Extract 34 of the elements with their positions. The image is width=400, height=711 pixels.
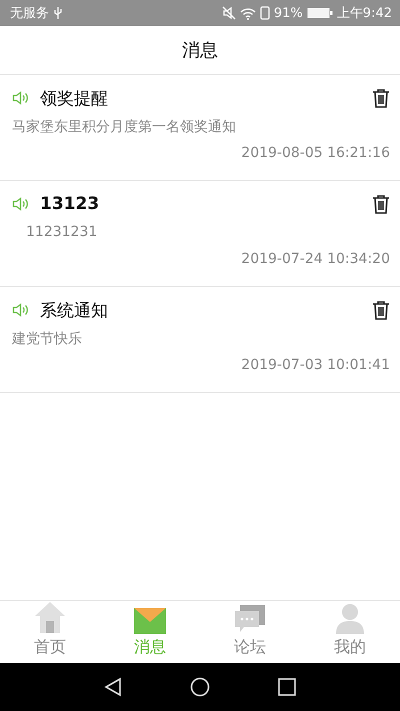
home-icon[interactable] — [190, 677, 210, 697]
trash-icon[interactable] — [372, 88, 390, 108]
page-title: 消息 — [182, 39, 218, 62]
speaker-icon — [12, 303, 30, 317]
message-title: 系统通知 — [40, 300, 109, 322]
trash-icon[interactable] — [372, 300, 390, 320]
speaker-icon — [12, 91, 30, 105]
back-icon[interactable] — [104, 677, 122, 697]
message-time: 2019-07-03 10:01:41 — [240, 357, 390, 373]
recents-icon[interactable] — [278, 678, 296, 696]
wifi-icon — [240, 6, 256, 20]
message-title: 13123 — [40, 194, 100, 214]
tab-button[interactable]: 首页 — [0, 601, 100, 663]
message-time: 2019-08-05 16:21:16 — [240, 145, 390, 161]
message-title: 领奖提醒 — [40, 88, 109, 110]
carrier-text: 无服务 — [10, 5, 49, 22]
speaker-icon — [12, 197, 30, 211]
tab-button[interactable]: 消息 — [100, 601, 200, 663]
trash-icon[interactable] — [372, 194, 390, 214]
tab-button[interactable]: 论坛 — [200, 601, 300, 663]
clock-text: 上午9:42 — [336, 5, 392, 22]
message-body: 建党节快乐 — [12, 330, 83, 349]
battery-percent: 91% — [274, 6, 303, 20]
message-time: 2019-07-24 10:34:20 — [240, 251, 390, 267]
message-body: 11231231 — [25, 224, 98, 242]
battery-icon — [306, 7, 333, 19]
message-body: 马家堡东里积分月度第一名领奖通知 — [12, 118, 237, 137]
person-icon — [335, 602, 365, 634]
usb-icon — [53, 6, 63, 20]
mute-icon — [222, 6, 236, 20]
chat-icon — [234, 604, 266, 634]
tab-button[interactable]: 我的 — [300, 601, 400, 663]
sim-icon — [260, 6, 270, 20]
envelope-icon — [134, 608, 166, 634]
